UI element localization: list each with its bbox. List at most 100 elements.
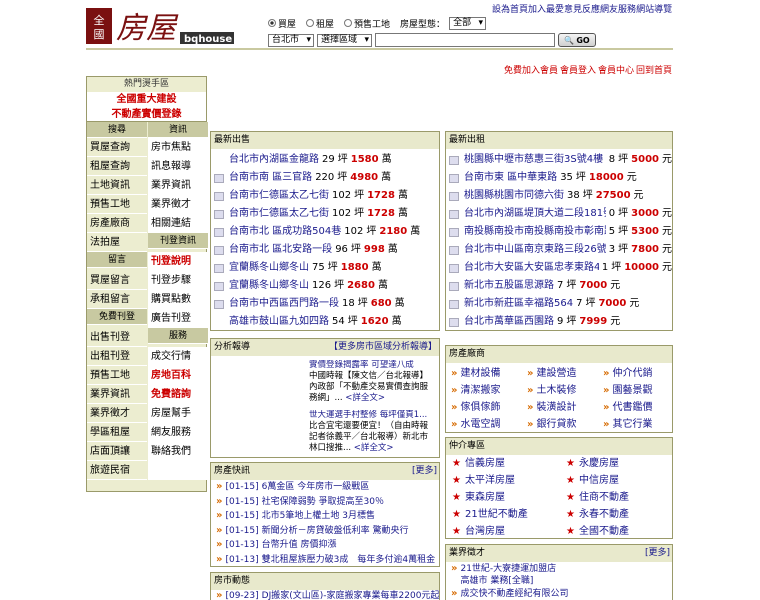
hot-item-construction[interactable]: 全國重大建設 (87, 92, 206, 107)
nav-item[interactable]: 相關連結 (148, 214, 208, 233)
radio-button[interactable] (306, 19, 315, 27)
member-link[interactable]: 免費加入會員 (504, 63, 558, 76)
nav-item[interactable]: 出租刊登 (87, 347, 147, 366)
rent-listing-row[interactable]: 台北市中山區南京東路三段26號7樓3坪7800元 (446, 241, 672, 259)
agent-item[interactable]: ★ 住商不動產 (560, 489, 672, 506)
nav-item[interactable]: 業界徵才 (148, 195, 208, 214)
agent-item[interactable]: ★ 全國不動產 (560, 523, 672, 538)
nav-item[interactable]: 預售工地 (87, 195, 147, 214)
sale-listing-row[interactable]: 宜蘭縣冬山鄉冬山 126 坪 2680 萬 (211, 277, 439, 295)
listing-address[interactable]: 高雄市鼓山區九如四路 (229, 313, 329, 330)
nav-item[interactable]: 租屋查詢 (87, 157, 147, 176)
nav-item[interactable]: 業界資訊 (148, 176, 208, 195)
vendor-item[interactable]: » 銀行貸款 (522, 416, 598, 432)
top-link[interactable]: 網友服務 (600, 2, 636, 15)
keyword-input[interactable] (375, 33, 556, 47)
rent-listing-row[interactable]: 新北市五股區思源路 7 坪 7000 元 (446, 277, 672, 295)
article-headline[interactable]: 實價登錄揭露率 可望達八成 (309, 360, 433, 371)
nav-item[interactable]: 聯絡我們 (148, 442, 208, 461)
listing-address[interactable]: 桃園縣中壢市慈惠三街3S號4樓 SOGO優質網路套房出租 (464, 151, 606, 169)
agent-item[interactable]: ★ 中信房屋 (560, 472, 672, 489)
nav-item[interactable]: 購買點數 (148, 290, 208, 309)
agent-item[interactable]: ★ 信義房屋 (446, 455, 560, 472)
rent-listing-row[interactable]: 桃園縣中壢市慈惠三街3S號4樓 SOGO優質網路套房出租8坪5000元 (446, 151, 672, 169)
rent-listing-row[interactable]: 台北市內湖區堤頂大道二段181號 0 坪 3000 元 (446, 205, 672, 223)
hot-item-price-registry[interactable]: 不動產實價登錄 (87, 107, 206, 122)
nav-item[interactable]: 店面頂讓 (87, 442, 147, 461)
district-select[interactable]: 選擇區域 (317, 33, 373, 47)
radio-button[interactable] (344, 19, 353, 27)
article-more-link[interactable]: <詳全文> (351, 443, 394, 453)
go-button[interactable]: 🔍 GO (558, 33, 597, 47)
news-title[interactable]: 北市5筆地上權土地 3月標售 (262, 509, 375, 524)
house-type-select[interactable]: 全部 (449, 16, 487, 30)
city-select[interactable]: 台北市 (268, 33, 315, 47)
listing-address[interactable]: 台南市仁德區太乙七街 (229, 205, 329, 223)
nav-item[interactable]: 法拍屋 (87, 233, 147, 252)
listing-address[interactable]: 台南市南 區三官路 (229, 169, 312, 187)
nav-item[interactable]: 業界徵才 (87, 404, 147, 423)
nav-item[interactable]: 房市焦點 (148, 138, 208, 157)
listing-address[interactable]: 台南市仁德區太乙七街 (229, 187, 329, 205)
article-headline[interactable]: 世大運選手村整修 每坪僅頁1... (309, 410, 433, 421)
listing-address[interactable]: 台北市內湖區堤頂大道二段181號 (464, 205, 606, 223)
sale-listing-row[interactable]: 台南市仁德區太乙七街 102 坪 1728 萬 (211, 205, 439, 223)
news-item[interactable]: » [01-15] 北市5筆地上權土地 3月標售 (211, 509, 439, 524)
listing-address[interactable]: 台南市中西區西門路一段 (229, 295, 339, 313)
news-more-link[interactable]: [更多] (412, 463, 439, 480)
search-type-radio[interactable]: 租屋 (306, 17, 334, 30)
news-title[interactable]: 台幣升值 房價抑漲 (262, 538, 337, 553)
top-link[interactable]: 網站導覽 (636, 2, 672, 15)
radio-button[interactable] (268, 19, 276, 27)
vendor-item[interactable]: » 建設營造 (522, 365, 598, 382)
nav-item[interactable]: 成交行情 (148, 347, 208, 366)
news-title[interactable]: 新聞分析－房貸破盤低利率 驚動央行 (262, 524, 409, 539)
analysis-more-link[interactable]: 【更多房市區域分析報導】 (329, 339, 439, 356)
nav-item[interactable]: 廣告刊登 (148, 309, 208, 328)
listing-address[interactable]: 新北市新莊區幸福路564 (464, 295, 573, 313)
job-title[interactable]: 21世紀-大寮捷運加盟店 (460, 563, 556, 575)
vendor-item[interactable]: » 裝潢設計 (522, 399, 598, 416)
jobs-more-link[interactable]: [更多] (645, 545, 672, 562)
rent-listing-row[interactable]: 新北市新莊區幸福路564 7 坪 7000 元 (446, 295, 672, 313)
nav-item[interactable]: 房地百科 (148, 366, 208, 385)
vendor-item[interactable]: » 建材設備 (446, 365, 522, 382)
member-link[interactable]: 會員中心 (598, 63, 634, 76)
sale-listing-row[interactable]: 台南市北 區北安路一段 96 坪 998 萬 (211, 241, 439, 259)
news-title[interactable]: 社宅保障弱勢 爭取提高至30％ (262, 495, 384, 510)
vendor-item[interactable]: » 清潔搬家 (446, 382, 522, 399)
listing-address[interactable]: 台南市東 區中華東路 (464, 169, 557, 187)
rent-listing-row[interactable]: 台北市大安區大安區忠孝東路4段295號3樓1坪10000元 (446, 259, 672, 277)
agent-item[interactable]: ★ 永慶房屋 (560, 455, 672, 472)
agent-item[interactable]: ★ 永春不動產 (560, 506, 672, 523)
nav-item[interactable]: 免費諮詢 (148, 385, 208, 404)
market-title[interactable]: DJ搬家(文山區)-家庭搬家專業每車2200元起 (262, 590, 439, 600)
vendor-item[interactable]: » 園藝景觀 (598, 382, 672, 399)
nav-item[interactable]: 房產廠商 (87, 214, 147, 233)
nav-item[interactable]: 買屋留言 (87, 271, 147, 290)
nav-item[interactable]: 承租留言 (87, 290, 147, 309)
sale-listing-row[interactable]: 台南市中西區西門路一段 18 坪 680 萬 (211, 295, 439, 313)
vendor-item[interactable]: » 其它行業 (598, 416, 672, 432)
nav-item[interactable]: 刊登說明 (148, 252, 208, 271)
vendor-item[interactable]: » 代書鑑價 (598, 399, 672, 416)
top-link[interactable]: 意見反應 (564, 2, 600, 15)
rent-listing-row[interactable]: 南投縣南投市南投縣南投市彰南路三段5坪5300元 (446, 223, 672, 241)
listing-address[interactable]: 台北市內湖區金龍路 (229, 151, 319, 169)
nav-item[interactable]: 刊登步驟 (148, 271, 208, 290)
listing-address[interactable]: 南投縣南投市南投縣南投市彰南路三段 (464, 223, 606, 241)
listing-address[interactable]: 台北市萬華區西園路 (464, 313, 554, 330)
nav-item[interactable]: 買屋查詢 (87, 138, 147, 157)
agent-item[interactable]: ★ 太平洋房屋 (446, 472, 560, 489)
nav-item[interactable]: 訊息報導 (148, 157, 208, 176)
nav-item[interactable]: 預售工地 (87, 366, 147, 385)
sale-listing-row[interactable]: 宜蘭縣冬山鄉冬山 75 坪 1880 萬 (211, 259, 439, 277)
rent-listing-row[interactable]: 台北市萬華區西園路 9 坪 7999 元 (446, 313, 672, 330)
news-item[interactable]: » [01-13] 雙北租屋族壓力破3成 每年多付逾4萬租金 (211, 553, 439, 567)
agent-item[interactable]: ★ 台灣房屋 (446, 523, 560, 538)
vendor-item[interactable]: » 傢俱傢飾 (446, 399, 522, 416)
member-link[interactable]: 會員登入 (560, 63, 596, 76)
listing-address[interactable]: 宜蘭縣冬山鄉冬山 (229, 259, 309, 277)
listing-address[interactable]: 台北市大安區大安區忠孝東路4段295號3樓 (464, 259, 599, 277)
job-item[interactable]: » 21世紀-大寮捷運加盟店 高雄市 業務[全職] (446, 562, 672, 587)
